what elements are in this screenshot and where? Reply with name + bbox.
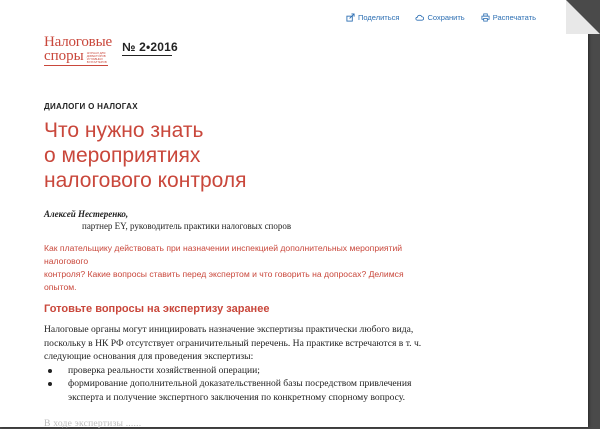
cloud-icon <box>415 14 425 21</box>
page-curl-corner <box>566 0 600 34</box>
lead-line: Как плательщику действовать при назначен… <box>44 243 403 266</box>
save-label: Сохранить <box>427 13 465 22</box>
save-button[interactable]: Сохранить <box>415 13 465 22</box>
body-line: следующие основания для проведения экспе… <box>44 351 254 363</box>
list-item-continuation: эксперта и получение экспертного заключе… <box>68 391 406 403</box>
article-lead: Как плательщику действовать при назначен… <box>44 242 434 294</box>
print-label: Распечатать <box>492 13 536 22</box>
article-body: Налоговые органы могут инициировать назн… <box>44 323 444 405</box>
title-line: Что нужно знать <box>44 119 204 142</box>
rubric-label: ДИАЛОГИ О НАЛОГАХ <box>44 102 138 111</box>
body-line: Налоговые органы могут инициировать назн… <box>44 324 414 335</box>
section-heading: Готовьте вопросы на экспертизу заранее <box>44 303 270 315</box>
document-page: Поделиться Сохранить Распечатать Налогов… <box>0 0 588 429</box>
share-icon <box>346 13 355 22</box>
title-line: о мероприятиях <box>44 144 201 167</box>
issue-number: № 2•2016 <box>122 40 178 54</box>
share-label: Поделиться <box>358 13 400 22</box>
article-title: Что нужно знать о мероприятиях налоговог… <box>44 118 444 193</box>
cut-off-text: В ходе экспертизы ...... <box>44 418 142 429</box>
author-name: Алексей Нестеренко, <box>44 209 129 219</box>
lead-line: контроля? Какие вопросы ставить перед эк… <box>44 269 404 292</box>
body-line: поскольку в НК РФ отсутствует ограничите… <box>44 337 422 349</box>
logo-tagline: ЖУРНАЛ ДЛЯ ДИРЕКТОРОВ И ГЛАВНЫХ БУХГАЛТЕ… <box>86 51 107 64</box>
author-block: Алексей Нестеренко, партнер EY, руководи… <box>44 208 291 232</box>
logo-underline <box>44 65 108 66</box>
print-button[interactable]: Распечатать <box>481 13 536 22</box>
logo-line2: споры <box>44 48 84 64</box>
share-button[interactable]: Поделиться <box>346 13 399 22</box>
list-item: проверка реальности хозяйственной операц… <box>44 364 444 378</box>
title-line: налогового контроля <box>44 169 247 192</box>
printer-icon <box>481 13 490 22</box>
author-role: партнер EY, руководитель практики налого… <box>82 221 292 231</box>
list-item: формирование дополнительной доказательст… <box>44 377 444 391</box>
magazine-logo: Налоговые споры ЖУРНАЛ ДЛЯ ДИРЕКТОРОВ И … <box>44 35 112 66</box>
issue-underline <box>122 55 172 56</box>
document-toolbar: Поделиться Сохранить Распечатать <box>346 13 536 22</box>
